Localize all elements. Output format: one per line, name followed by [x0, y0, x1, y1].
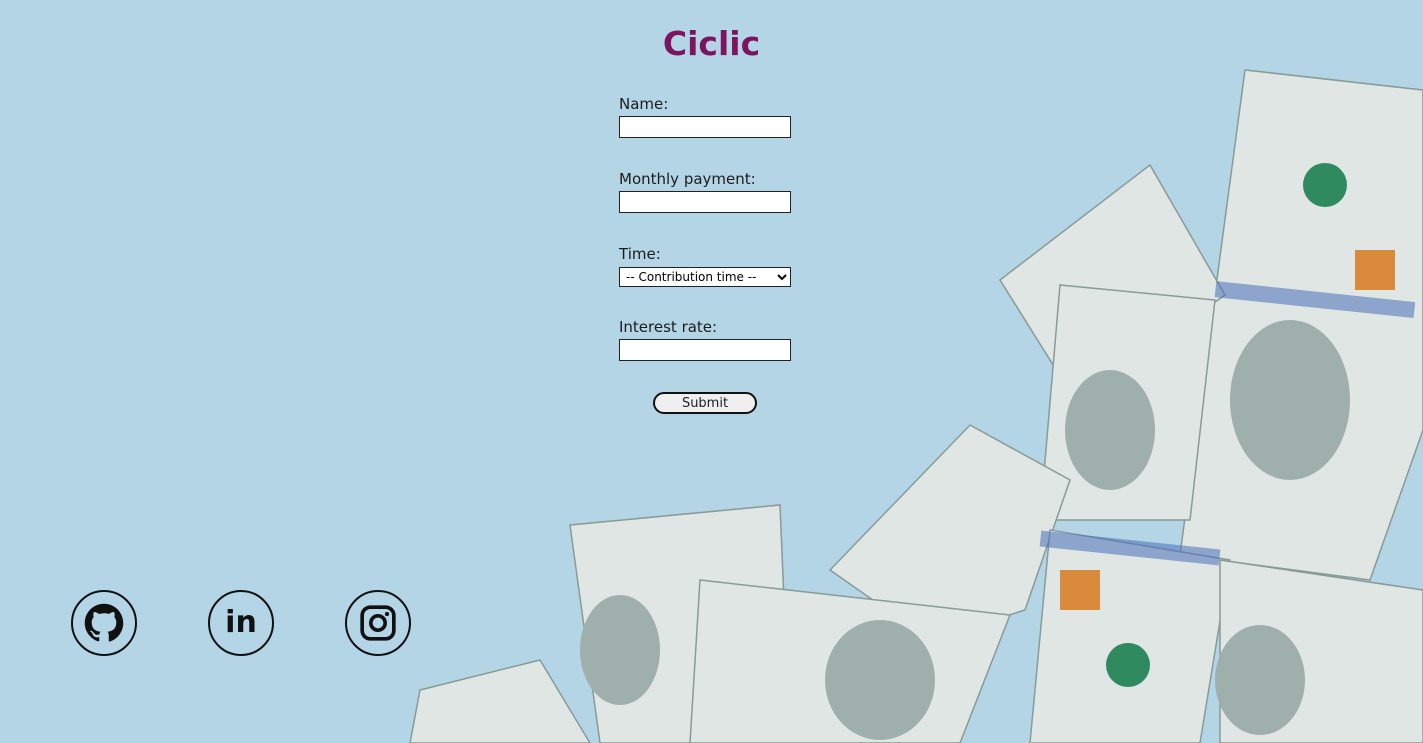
interest-rate-label: Interest rate: — [619, 318, 718, 336]
time-label: Time: — [619, 245, 661, 263]
interest-rate-input[interactable] — [619, 339, 791, 361]
linkedin-icon: in — [225, 605, 257, 640]
contribution-time-select[interactable]: -- Contribution time -- — [619, 267, 791, 287]
monthly-payment-label: Monthly payment: — [619, 170, 756, 188]
github-link[interactable] — [71, 590, 137, 656]
instagram-icon — [360, 605, 396, 641]
savings-form: Name: Monthly payment: Time: -- Contribu… — [619, 94, 799, 361]
linkedin-link[interactable]: in — [208, 590, 274, 656]
name-label: Name: — [619, 95, 669, 113]
submit-button[interactable]: Submit — [653, 392, 757, 414]
app-title: Ciclic — [662, 24, 761, 63]
name-input[interactable] — [619, 116, 791, 138]
monthly-payment-input[interactable] — [619, 191, 791, 213]
github-icon — [84, 603, 124, 642]
instagram-link[interactable] — [345, 590, 411, 656]
